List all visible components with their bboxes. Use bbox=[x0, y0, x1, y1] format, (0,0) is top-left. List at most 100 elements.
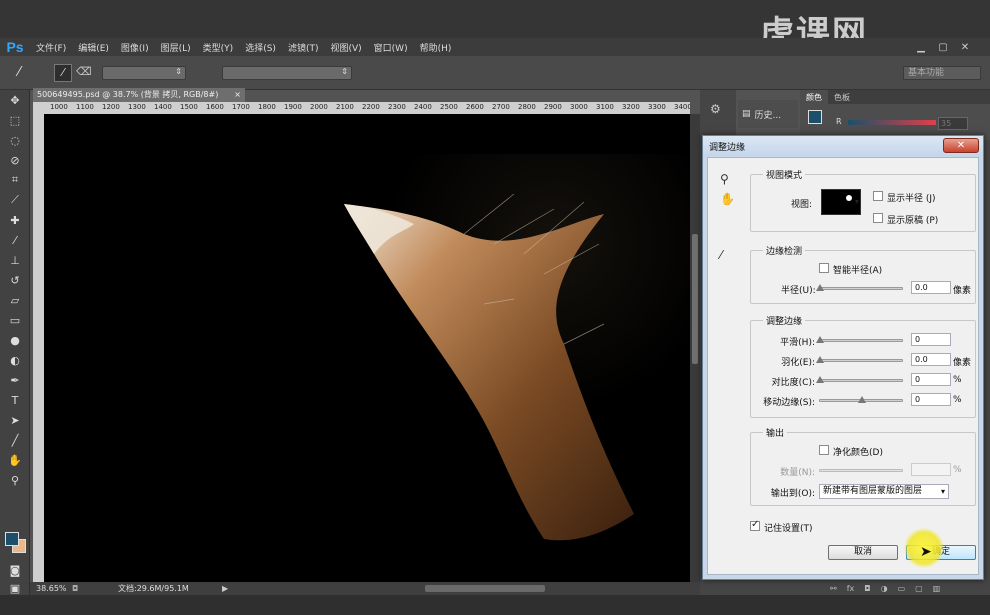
move-tool-icon[interactable]: ✥ bbox=[0, 90, 30, 110]
stamp-tool-icon[interactable]: ⊥ bbox=[0, 250, 30, 270]
horizontal-scroll-thumb[interactable] bbox=[425, 585, 545, 592]
slider-knob-icon[interactable] bbox=[816, 356, 824, 363]
history-panel-button[interactable]: ▤ 历史... bbox=[738, 100, 798, 128]
zoom-level[interactable]: 38.65% bbox=[36, 582, 67, 595]
shift-edge-input[interactable]: 0 bbox=[911, 393, 951, 406]
dialog-close-icon[interactable]: ✕ bbox=[943, 138, 979, 153]
heal-tool-icon[interactable]: ✚ bbox=[0, 210, 30, 230]
refine-radius-icon[interactable]: ⁄ bbox=[54, 64, 72, 82]
minimize-icon[interactable]: ▁ bbox=[910, 38, 932, 56]
amount-label: 数量(N): bbox=[780, 468, 815, 478]
path-select-tool-icon[interactable]: ➤ bbox=[0, 410, 30, 430]
close-window-icon[interactable]: ✕ bbox=[954, 38, 976, 56]
image-canvas[interactable] bbox=[44, 114, 690, 582]
menu-image[interactable]: 图像(I) bbox=[115, 41, 155, 54]
contrast-slider[interactable] bbox=[816, 376, 903, 383]
remember-settings-checkbox[interactable] bbox=[750, 519, 760, 531]
maximize-icon[interactable]: ▢ bbox=[932, 38, 954, 56]
lasso-tool-icon[interactable]: ◌ bbox=[0, 130, 30, 150]
chevron-icon: ⇕ bbox=[175, 67, 182, 76]
show-radius-checkbox[interactable] bbox=[873, 191, 883, 201]
radius-slider[interactable] bbox=[816, 284, 903, 291]
feather-slider[interactable] bbox=[816, 356, 903, 363]
chevron-down-icon[interactable]: ▾ bbox=[853, 189, 861, 215]
mask-icon[interactable]: ◘ bbox=[864, 584, 870, 593]
feather-input[interactable]: 0.0 bbox=[911, 353, 951, 366]
smart-radius-checkbox[interactable] bbox=[819, 263, 829, 273]
r-channel-slider[interactable] bbox=[848, 120, 936, 125]
refine-radius-tool-icon[interactable]: ⁄ bbox=[720, 248, 722, 262]
new-layer-icon[interactable]: ▢ bbox=[915, 584, 923, 593]
vertical-scrollbar[interactable] bbox=[690, 114, 700, 582]
link-icon[interactable]: ⚯ bbox=[830, 584, 837, 593]
slider-knob-icon[interactable] bbox=[816, 284, 824, 291]
ruler-tick-label: 2100 bbox=[336, 103, 354, 111]
show-original-checkbox[interactable] bbox=[873, 213, 883, 223]
ok-button[interactable]: 确定 bbox=[906, 545, 976, 560]
history-brush-tool-icon[interactable]: ↺ bbox=[0, 270, 30, 290]
menu-view[interactable]: 视图(V) bbox=[324, 41, 367, 54]
folder-icon[interactable]: ▭ bbox=[898, 584, 906, 593]
foreground-color-swatch[interactable] bbox=[5, 532, 19, 546]
smooth-slider[interactable] bbox=[816, 336, 903, 343]
smooth-input[interactable]: 0 bbox=[911, 333, 951, 346]
slider-knob-icon[interactable] bbox=[816, 336, 824, 343]
pen-tool-icon[interactable]: ✒ bbox=[0, 370, 30, 390]
color-panel-fg-swatch[interactable] bbox=[808, 110, 822, 124]
tab-color[interactable]: 颜色 bbox=[800, 90, 828, 104]
menu-filter[interactable]: 滤镜(T) bbox=[282, 41, 325, 54]
menu-type[interactable]: 类型(Y) bbox=[197, 41, 240, 54]
eyedropper-tool-icon[interactable]: ⟋ bbox=[0, 190, 30, 210]
crop-tool-icon[interactable]: ⌗ bbox=[0, 170, 30, 190]
menu-help[interactable]: 帮助(H) bbox=[414, 41, 458, 54]
zoom-tool-icon[interactable]: ⚲ bbox=[0, 470, 30, 490]
dodge-tool-icon[interactable]: ◐ bbox=[0, 350, 30, 370]
marquee-tool-icon[interactable]: ⬚ bbox=[0, 110, 30, 130]
menu-select[interactable]: 选择(S) bbox=[239, 41, 282, 54]
dialog-title[interactable]: 调整边缘 bbox=[703, 136, 983, 156]
status-menu-icon[interactable]: ◘ bbox=[72, 582, 78, 595]
eraser-tool-icon[interactable]: ▱ bbox=[0, 290, 30, 310]
fx-icon[interactable]: fx bbox=[847, 584, 855, 593]
quick-select-tool-icon[interactable]: ⊘ bbox=[0, 150, 30, 170]
type-tool-icon[interactable]: T bbox=[0, 390, 30, 410]
contrast-input[interactable]: 0 bbox=[911, 373, 951, 386]
r-channel-value[interactable]: 35 bbox=[938, 117, 968, 130]
quick-mask-icon[interactable]: ◙ bbox=[0, 560, 30, 580]
blur-tool-icon[interactable]: ● bbox=[0, 330, 30, 350]
cancel-button[interactable]: 取消 bbox=[828, 545, 898, 560]
adjustment-icon[interactable]: ◑ bbox=[881, 584, 888, 593]
ruler-tick-label: 2000 bbox=[310, 103, 328, 111]
slider-knob-icon[interactable] bbox=[816, 376, 824, 383]
smart-radius-label: 智能半径(A) bbox=[833, 266, 883, 276]
panel-options-icon[interactable]: ⚙ bbox=[710, 102, 721, 116]
menu-window[interactable]: 窗口(W) bbox=[368, 41, 414, 54]
hand-tool-icon[interactable]: ✋ bbox=[0, 450, 30, 470]
contrast-unit: % bbox=[953, 375, 962, 385]
output-to-select[interactable]: 新建带有图层蒙版的图层 ▾ bbox=[819, 484, 949, 499]
menu-edit[interactable]: 编辑(E) bbox=[72, 41, 115, 54]
hand-icon[interactable]: ✋ bbox=[720, 192, 735, 206]
status-arrow-icon[interactable]: ▶ bbox=[222, 582, 228, 595]
brush-tool-icon[interactable]: ⁄ bbox=[0, 230, 30, 250]
shift-edge-slider[interactable] bbox=[819, 396, 903, 403]
erase-refinements-icon[interactable]: ⌫ bbox=[76, 65, 92, 78]
document-tab[interactable]: 500649495.psd @ 38.7% (背景 拷贝, RGB/8#) × bbox=[33, 88, 245, 102]
vertical-scroll-thumb[interactable] bbox=[692, 234, 698, 364]
decontaminate-checkbox[interactable] bbox=[819, 445, 829, 455]
ruler-origin[interactable] bbox=[33, 102, 44, 114]
brush-size-select[interactable]: ⇕ bbox=[102, 66, 186, 80]
gradient-tool-icon[interactable]: ▭ bbox=[0, 310, 30, 330]
brush-preset-icon[interactable]: ⁄ bbox=[18, 65, 20, 80]
zoom-icon[interactable]: ⚲ bbox=[720, 172, 729, 186]
workspace-select[interactable]: 基本功能 bbox=[903, 66, 981, 80]
radius-input[interactable]: 0.0 bbox=[911, 281, 951, 294]
sample-select[interactable]: ⇕ bbox=[222, 66, 352, 80]
trash-icon[interactable]: ▥ bbox=[933, 584, 941, 593]
slider-knob-icon[interactable] bbox=[858, 396, 866, 403]
menu-file[interactable]: 文件(F) bbox=[30, 41, 72, 54]
line-tool-icon[interactable]: ╱ bbox=[0, 430, 30, 450]
close-tab-icon[interactable]: × bbox=[234, 88, 241, 102]
menu-layer[interactable]: 图层(L) bbox=[155, 41, 197, 54]
tab-swatches[interactable]: 色板 bbox=[828, 90, 856, 104]
